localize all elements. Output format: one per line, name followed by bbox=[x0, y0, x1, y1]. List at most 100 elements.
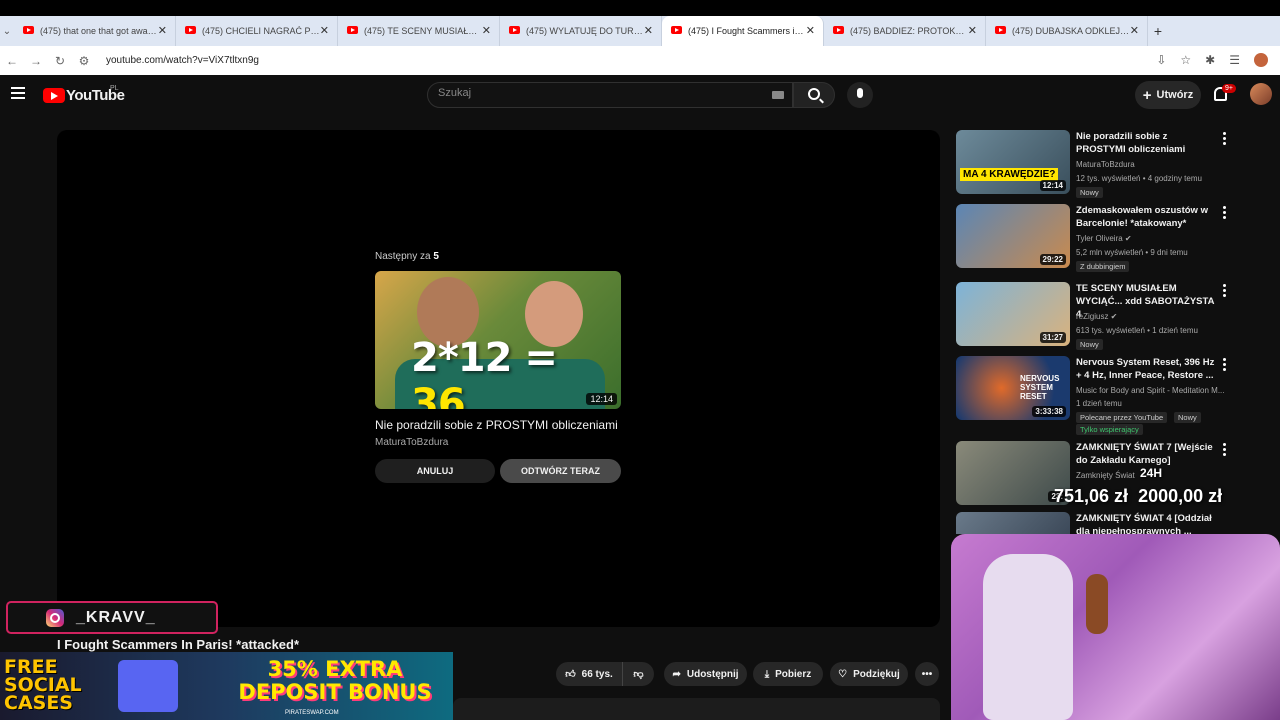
more-actions-button[interactable]: ••• bbox=[915, 662, 939, 686]
youtube-favicon-icon bbox=[347, 26, 358, 34]
tab-close-icon[interactable]: ✕ bbox=[158, 24, 167, 37]
search-input[interactable] bbox=[438, 87, 738, 99]
search-box bbox=[427, 82, 793, 108]
instagram-handle: _KRAVV_ bbox=[76, 609, 156, 626]
recommendation-thumbnail: NERVOUS SYSTEM RESET 3:33:38 bbox=[956, 356, 1070, 420]
tab-title: (475) that one that got away re… bbox=[40, 26, 158, 36]
streamer-webcam bbox=[951, 534, 1280, 720]
cancel-autoplay-button[interactable]: ANULUJ bbox=[375, 459, 495, 483]
thanks-button[interactable]: ♡ Podziękuj bbox=[830, 662, 908, 686]
extensions-icon[interactable]: ✱ bbox=[1205, 53, 1215, 67]
recommendation-title: ZAMKNIĘTY ŚWIAT 4 [Oddział dla niepełnos… bbox=[1076, 513, 1212, 534]
recommendation-title: Nervous System Reset, 396 Hz + 4 Hz, Inn… bbox=[1076, 357, 1215, 381]
create-button[interactable]: + Utwórz bbox=[1135, 81, 1201, 109]
like-button[interactable]: 👍︎ 66 tys. bbox=[556, 662, 622, 686]
youtube-header: YouTube PL +Utwórz 9+ bbox=[0, 75, 1280, 115]
keyboard-icon[interactable] bbox=[772, 91, 784, 99]
browser-tab-active[interactable]: (475) I Fought Scammers in … ✕ bbox=[662, 16, 824, 46]
tab-title: (475) BADDIEZ: PROTOKÓŁ BEI… bbox=[850, 26, 968, 36]
voice-search-button[interactable] bbox=[847, 82, 873, 108]
goal-target: 2000,00 zł bbox=[1138, 486, 1223, 506]
recommendation-badge: Nowy bbox=[1076, 187, 1103, 198]
forward-arrow-icon[interactable]: → bbox=[24, 54, 48, 68]
browser-tab[interactable]: (475) BADDIEZ: PROTOKÓŁ BEI…✕ bbox=[824, 16, 986, 46]
donation-goal-amounts: 751,06 zł 2000,00 zł bbox=[1054, 486, 1222, 507]
share-arrow-icon: ➦ bbox=[672, 668, 681, 680]
thumbs-down-icon: 👎︎ bbox=[633, 669, 644, 680]
recommendation-channel: Music for Body and Spirit - Meditation M… bbox=[1076, 386, 1225, 395]
site-info-icon[interactable]: ⚙ bbox=[72, 54, 96, 68]
user-avatar[interactable] bbox=[1250, 83, 1272, 105]
browser-tab[interactable]: (475) DUBAJSKA ODKLEJKA W…✕ bbox=[986, 16, 1148, 46]
install-app-icon[interactable]: ⇩ bbox=[1156, 53, 1166, 67]
download-button[interactable]: ⤓ Pobierz bbox=[753, 662, 823, 686]
equation-right: 36 bbox=[411, 381, 466, 409]
equation-left: 2*12 = bbox=[411, 335, 558, 381]
recommendation-channel: MaturaToBzdura bbox=[1076, 160, 1135, 169]
up-next-prefix: Następny za bbox=[375, 251, 431, 262]
up-next-thumbnail[interactable]: 2*12 = 36 12:14 bbox=[375, 271, 621, 409]
hamburger-menu-icon[interactable] bbox=[11, 87, 25, 99]
tab-close-icon[interactable]: ✕ bbox=[968, 24, 977, 37]
back-arrow-icon[interactable]: ← bbox=[0, 54, 24, 68]
recommendation-item[interactable]: MA 4 KRAWĘDZIE? 12:14 Nie poradzili sobi… bbox=[956, 130, 1226, 198]
kebab-menu-icon[interactable] bbox=[1223, 206, 1226, 221]
bookmark-star-icon[interactable]: ☆ bbox=[1180, 53, 1191, 67]
recommendation-item[interactable]: 29:22 Zdemaskowałem oszustów w Barceloni… bbox=[956, 204, 1226, 272]
tab-close-icon[interactable]: ✕ bbox=[320, 24, 329, 37]
search-button[interactable] bbox=[793, 82, 835, 108]
url-field[interactable]: youtube.com/watch?v=ViX7tltxn9g bbox=[106, 55, 259, 66]
youtube-favicon-icon bbox=[23, 26, 34, 34]
like-count: 66 tys. bbox=[581, 668, 613, 680]
ad-left-text: FREE SOCIAL CASES bbox=[4, 656, 82, 714]
browser-profile-avatar[interactable] bbox=[1254, 53, 1268, 67]
browser-tab[interactable]: (475) TE SCENY MUSIAŁEM WY…✕ bbox=[338, 16, 500, 46]
youtube-favicon-icon bbox=[509, 26, 520, 34]
browser-tab[interactable]: (475) CHCIELI NAGRAĆ POR… | …✕ bbox=[176, 16, 338, 46]
browser-address-bar: ← → ↻ ⚙ youtube.com/watch?v=ViX7tltxn9g … bbox=[0, 46, 1280, 75]
kebab-menu-icon[interactable] bbox=[1223, 132, 1226, 147]
discord-case-icon bbox=[118, 660, 178, 712]
up-next-countdown: Następny za 5 bbox=[375, 251, 439, 262]
kebab-menu-icon[interactable] bbox=[1223, 284, 1226, 299]
recommendation-item[interactable]: NERVOUS SYSTEM RESET 3:33:38 Nervous Sys… bbox=[956, 356, 1226, 436]
kebab-menu-icon[interactable] bbox=[1223, 443, 1226, 458]
description-box[interactable] bbox=[453, 698, 940, 720]
play-now-button[interactable]: ODTWÓRZ TERAZ bbox=[500, 459, 621, 483]
heart-dollar-icon: ♡ bbox=[838, 668, 848, 680]
recommendation-duration: 31:27 bbox=[1039, 332, 1066, 343]
new-tab-button[interactable]: + bbox=[1148, 23, 1168, 39]
recommendation-duration: 3:33:38 bbox=[1032, 406, 1066, 417]
kebab-menu-icon[interactable] bbox=[1223, 358, 1226, 373]
browser-tab[interactable]: (475) WYLATUJĘ DO TURCJI - Y…✕ bbox=[500, 16, 662, 46]
recommendation-thumbnail: 23: bbox=[956, 441, 1070, 505]
tab-close-icon[interactable]: ✕ bbox=[1130, 24, 1139, 37]
browser-tab[interactable]: (475) that one that got away re…✕ bbox=[14, 16, 176, 46]
thumbnail-caption: NERVOUS SYSTEM RESET bbox=[1020, 374, 1060, 401]
share-button[interactable]: ➦ Udostępnij bbox=[664, 662, 747, 686]
tab-title: (475) CHCIELI NAGRAĆ POR… | … bbox=[202, 26, 320, 36]
tab-list-icon[interactable]: ⌄ bbox=[0, 26, 14, 37]
recommendation-badge: Nowy bbox=[1076, 339, 1103, 350]
recommendation-item[interactable]: 31:27 TE SCENY MUSIAŁEM WYCIĄĆ... xdd SA… bbox=[956, 282, 1226, 350]
recommendation-channel: reZigiusz ✔ bbox=[1076, 312, 1118, 321]
up-next-channel[interactable]: MaturaToBzdura bbox=[375, 437, 448, 448]
recommendation-duration: 29:22 bbox=[1039, 254, 1066, 265]
recommendation-meta: 613 tys. wyświetleń • 1 dzień temu bbox=[1076, 326, 1198, 335]
up-next-title[interactable]: Nie poradzili sobie z PROSTYMI obliczeni… bbox=[375, 418, 618, 432]
download-icon: ⤓ bbox=[764, 668, 770, 680]
tab-close-icon[interactable]: ✕ bbox=[806, 24, 815, 37]
thumbs-up-icon: 👍︎ bbox=[565, 669, 576, 680]
media-controls-icon[interactable]: ☰ bbox=[1229, 53, 1240, 67]
recommendation-title: ZAMKNIĘTY ŚWIAT 7 [Wejście do Zakładu Ka… bbox=[1076, 442, 1213, 466]
microphone-icon bbox=[857, 88, 863, 98]
recommendation-item[interactable]: ZAMKNIĘTY ŚWIAT 4 [Oddział dla niepełnos… bbox=[956, 512, 1226, 534]
tab-close-icon[interactable]: ✕ bbox=[644, 24, 653, 37]
dislike-button[interactable]: 👎︎ bbox=[622, 662, 654, 686]
more-horizontal-icon: ••• bbox=[921, 668, 933, 680]
plus-icon: + bbox=[1142, 86, 1152, 104]
reload-icon[interactable]: ↻ bbox=[48, 54, 72, 68]
youtube-logo-icon[interactable] bbox=[43, 88, 65, 103]
recommendation-duration: 12:14 bbox=[1039, 180, 1066, 191]
tab-close-icon[interactable]: ✕ bbox=[482, 24, 491, 37]
